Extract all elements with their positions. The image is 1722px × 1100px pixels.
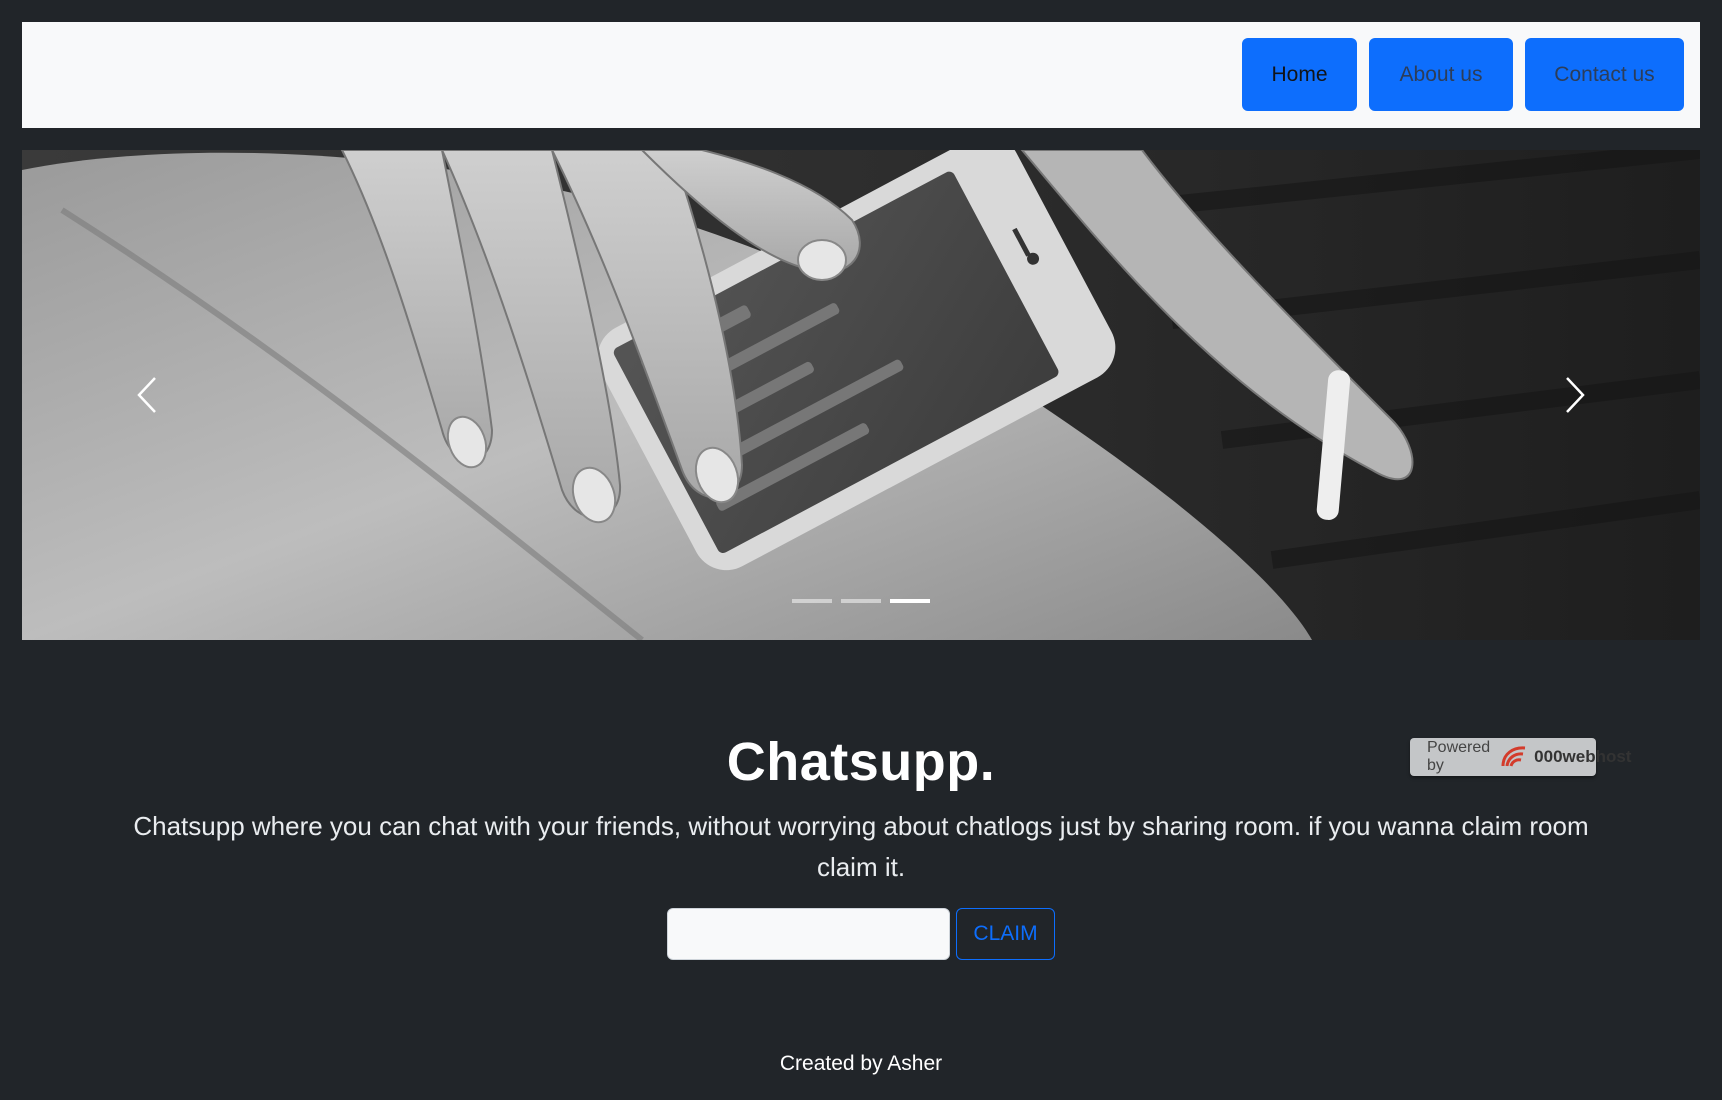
footer-credit: Created by Asher xyxy=(779,1052,943,1075)
powered-by-badge[interactable]: Powered by 000webhost xyxy=(1410,738,1631,776)
carousel-slide-image xyxy=(22,150,1700,640)
carousel-indicator-active[interactable] xyxy=(890,599,930,603)
nav-contact-button[interactable]: Contact us xyxy=(1525,38,1684,111)
claim-button[interactable]: CLAIM xyxy=(956,908,1055,960)
navbar: Home About us Contact us xyxy=(22,22,1700,128)
carousel-next-button[interactable] xyxy=(1530,350,1620,440)
room-name-input[interactable] xyxy=(667,908,950,960)
carousel-indicator[interactable] xyxy=(841,599,881,603)
carousel-prev-button[interactable] xyxy=(102,350,192,440)
carousel-indicators xyxy=(22,599,1700,603)
chevron-right-icon xyxy=(1566,377,1585,413)
nav-about-button[interactable]: About us xyxy=(1369,38,1513,111)
nav-home-button[interactable]: Home xyxy=(1242,38,1357,111)
badge-brand: 000webhost xyxy=(1534,747,1632,766)
carousel-indicator[interactable] xyxy=(792,599,832,603)
000webhost-logo-icon xyxy=(1499,744,1529,770)
chevron-left-icon xyxy=(137,377,156,413)
hero-description: Chatsupp where you can chat with your fr… xyxy=(133,811,1589,882)
hero-carousel xyxy=(22,150,1700,640)
badge-prefix: Powered by xyxy=(1427,739,1491,774)
